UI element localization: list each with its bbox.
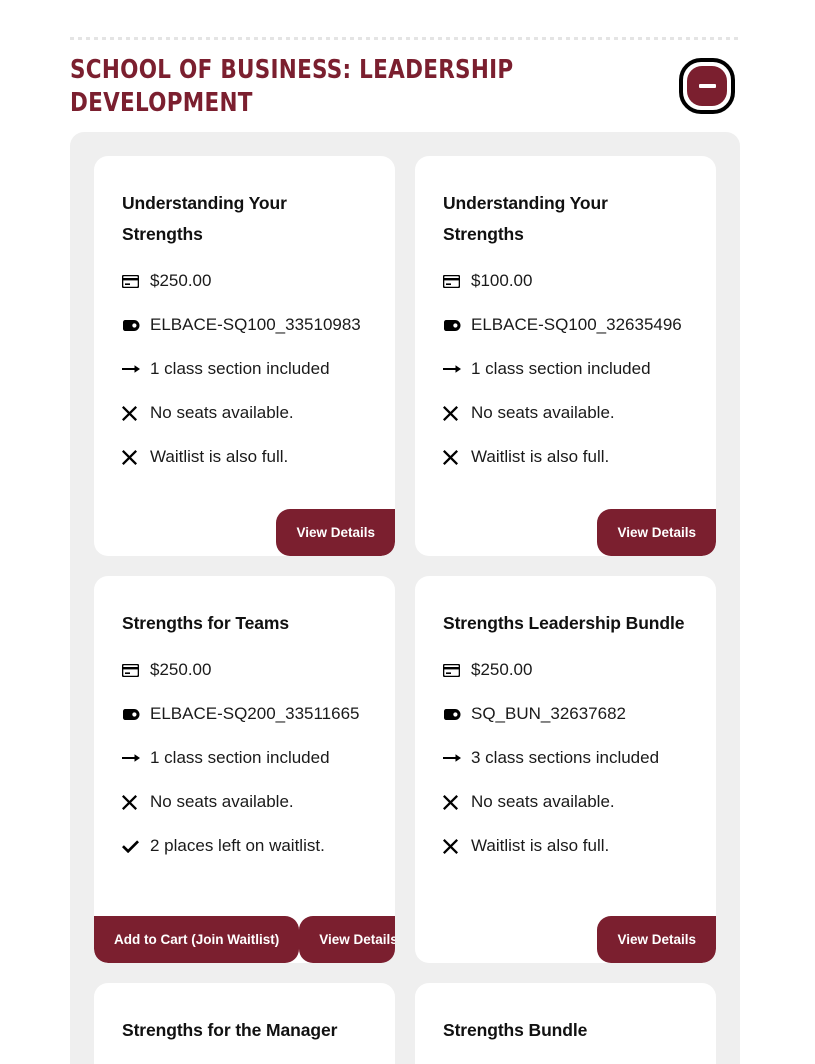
credit-card-icon — [122, 266, 150, 296]
minus-icon — [698, 84, 716, 88]
course-card-grid: Understanding Your Strengths $250.00 ELB… — [94, 156, 716, 1064]
course-waitlist-row: Waitlist is also full. — [122, 442, 367, 472]
course-code-row: ELBACE-SQ200_33511665 — [122, 699, 367, 729]
course-waitlist-row: 2 places left on waitlist. — [122, 831, 367, 861]
x-mark-icon — [122, 787, 150, 817]
view-details-button[interactable]: View Details — [276, 508, 395, 556]
credit-card-icon — [443, 266, 471, 296]
add-to-cart-button[interactable]: Add to Cart (Join Waitlist) — [94, 915, 300, 963]
course-card[interactable]: Understanding Your Strengths $250.00 ELB… — [94, 156, 395, 556]
tag-icon — [443, 310, 471, 340]
course-seats-row: No seats available. — [122, 787, 367, 817]
course-price: $250.00 — [150, 660, 212, 679]
tag-icon — [122, 699, 150, 729]
course-seats-status: No seats available. — [471, 403, 615, 422]
x-mark-icon — [122, 442, 150, 472]
collapse-section-button[interactable] — [679, 58, 735, 114]
course-code-row: SQ_BUN_32637682 — [443, 699, 688, 729]
tag-icon — [122, 310, 150, 340]
course-sections-row: 1 class section included — [443, 354, 688, 384]
course-title: Strengths Leadership Bundle — [443, 613, 685, 633]
course-price-row: $250.00 — [443, 655, 688, 685]
view-details-button[interactable]: View Details — [299, 915, 395, 963]
course-code: ELBACE-SQ100_32635496 — [471, 315, 682, 334]
course-seats-status: No seats available. — [150, 403, 294, 422]
course-sections: 1 class section included — [150, 359, 330, 378]
card-actions: Add to Cart (Join Waitlist) View Details — [94, 915, 395, 963]
tag-icon — [443, 699, 471, 729]
card-actions: View Details — [415, 915, 716, 963]
x-mark-icon — [443, 787, 471, 817]
section-header: School of Business: Leadership Developme… — [70, 54, 670, 120]
course-seats-row: No seats available. — [443, 398, 688, 428]
course-code-row: ELBACE-SQ100_32635496 — [443, 310, 688, 340]
arrow-right-icon — [443, 354, 471, 384]
course-code: ELBACE-SQ100_33510983 — [150, 315, 361, 334]
course-sections-row: 1 class section included — [122, 743, 367, 773]
course-title: Strengths for Teams — [122, 613, 289, 633]
credit-card-icon — [122, 655, 150, 685]
course-sections-row: 1 class section included — [122, 354, 367, 384]
course-title: Strengths Bundle — [443, 1020, 588, 1040]
course-price-row: $100.00 — [443, 266, 688, 296]
course-title: Strengths for the Manager — [122, 1020, 338, 1040]
course-meta-list: $250.00 ELBACE-SQ200_33511665 1 class se… — [122, 655, 367, 861]
course-code: SQ_BUN_32637682 — [471, 704, 627, 723]
course-seats-status: No seats available. — [150, 792, 294, 811]
view-details-button[interactable]: View Details — [597, 915, 716, 963]
course-waitlist-status: Waitlist is also full. — [471, 447, 610, 466]
arrow-right-icon — [122, 354, 150, 384]
course-waitlist-status: Waitlist is also full. — [150, 447, 289, 466]
x-mark-icon — [443, 831, 471, 861]
course-code: ELBACE-SQ200_33511665 — [150, 704, 360, 723]
course-seats-row: No seats available. — [443, 787, 688, 817]
course-waitlist-row: Waitlist is also full. — [443, 442, 688, 472]
credit-card-icon — [443, 655, 471, 685]
course-waitlist-row: Waitlist is also full. — [443, 831, 688, 861]
course-waitlist-status: 2 places left on waitlist. — [150, 836, 325, 855]
course-price: $250.00 — [150, 271, 212, 290]
x-mark-icon — [122, 398, 150, 428]
x-mark-icon — [443, 398, 471, 428]
x-mark-icon — [443, 442, 471, 472]
course-price-row: $250.00 — [122, 266, 367, 296]
course-title: Understanding Your Strengths — [122, 193, 287, 244]
page-title: School of Business: Leadership Developme… — [70, 55, 514, 118]
course-sections: 1 class section included — [150, 748, 330, 767]
course-price-row: $250.00 — [122, 655, 367, 685]
course-sections-row: 3 class sections included — [443, 743, 688, 773]
collapse-button-face — [687, 66, 727, 106]
course-seats-status: No seats available. — [471, 792, 615, 811]
check-mark-icon — [122, 831, 150, 861]
course-card[interactable]: Strengths Leadership Bundle $250.00 SQ_B… — [415, 576, 716, 963]
course-code-row: ELBACE-SQ100_33510983 — [122, 310, 367, 340]
course-price: $100.00 — [471, 271, 533, 290]
arrow-right-icon — [122, 743, 150, 773]
card-actions: View Details — [415, 508, 716, 556]
course-card[interactable]: Understanding Your Strengths $100.00 ELB… — [415, 156, 716, 556]
course-meta-list: $250.00 ELBACE-SQ100_33510983 1 class se… — [122, 266, 367, 472]
view-details-button[interactable]: View Details — [597, 508, 716, 556]
course-price: $250.00 — [471, 660, 533, 679]
card-actions: View Details — [94, 508, 395, 556]
course-card[interactable]: Strengths Bundle $800.00 — [415, 983, 716, 1064]
course-sections: 1 class section included — [471, 359, 651, 378]
course-meta-list: $250.00 SQ_BUN_32637682 3 class sections… — [443, 655, 688, 861]
course-waitlist-status: Waitlist is also full. — [471, 836, 610, 855]
course-card[interactable]: Strengths for the Manager $250.00 — [94, 983, 395, 1064]
course-meta-list: $100.00 ELBACE-SQ100_32635496 1 class se… — [443, 266, 688, 472]
course-seats-row: No seats available. — [122, 398, 367, 428]
course-title: Understanding Your Strengths — [443, 193, 608, 244]
course-catalog-page: School of Business: Leadership Developme… — [0, 0, 815, 1064]
section-content: Understanding Your Strengths $250.00 ELB… — [70, 132, 740, 1064]
course-sections: 3 class sections included — [471, 748, 660, 767]
course-card[interactable]: Strengths for Teams $250.00 ELBACE-SQ200… — [94, 576, 395, 963]
arrow-right-icon — [443, 743, 471, 773]
section-divider — [70, 37, 740, 40]
